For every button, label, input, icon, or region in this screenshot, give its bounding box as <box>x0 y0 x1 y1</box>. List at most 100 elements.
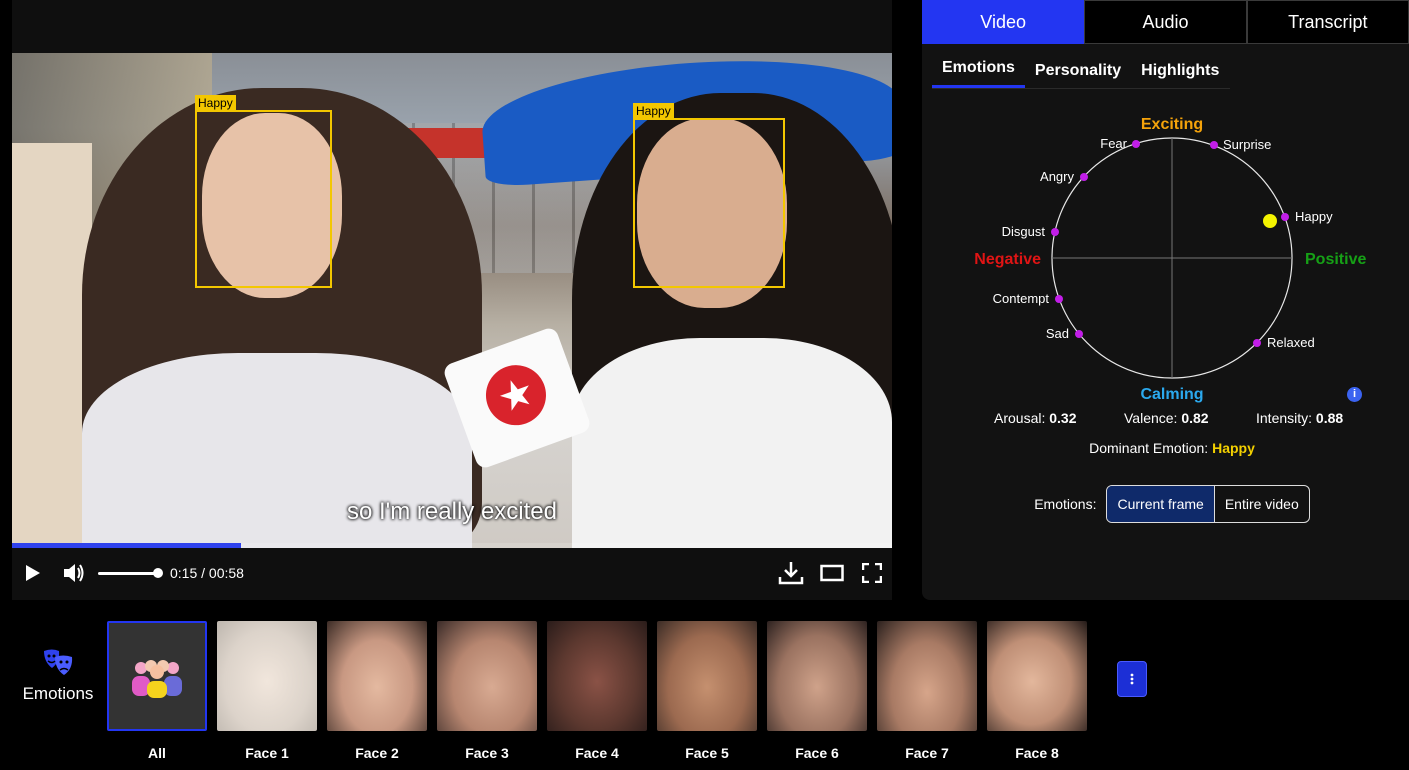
face-thumb-label: Face 4 <box>575 745 619 761</box>
emotions-section-label: Emotions <box>22 684 94 703</box>
emotion-dot-disgust <box>1051 228 1059 236</box>
volume-knob[interactable] <box>153 567 163 578</box>
emotion-dot-surprise <box>1210 141 1218 149</box>
intensity-label: Intensity: <box>1256 410 1313 426</box>
tab-transcript[interactable]: Transcript <box>1246 0 1409 44</box>
intensity-value: 0.88 <box>1315 410 1344 426</box>
face-thumb-label: Face 2 <box>355 745 399 761</box>
arousal-value: 0.32 <box>1049 410 1077 426</box>
emotion-label-fear: Fear <box>1100 136 1127 151</box>
arousal-label: Arousal: <box>994 410 1046 426</box>
emotion-label-relaxed: Relaxed <box>1267 335 1315 350</box>
emotion-label-disgust: Disgust <box>1002 224 1046 239</box>
time-display: 0:15 / 00:58 <box>170 565 244 581</box>
analysis-panel: Video Audio Transcript Emotions Personal… <box>922 0 1409 600</box>
tab-video[interactable]: Video <box>922 0 1085 44</box>
face-thumb-label: Face 7 <box>905 745 949 761</box>
face-thumb-label: Face 5 <box>685 745 729 761</box>
face-thumb-2[interactable]: Face 2 <box>327 621 427 761</box>
emotion-circumplex: Exciting Calming Negative Positive Fear … <box>974 116 1366 403</box>
tab-audio[interactable]: Audio <box>1084 0 1247 44</box>
scope-button-group: Current frame Entire video <box>1106 485 1310 523</box>
dominant-label: Dominant Emotion: <box>1089 440 1209 456</box>
emotion-label-surprise: Surprise <box>1223 137 1271 152</box>
face-box-label: Happy <box>633 103 674 119</box>
emotion-dot-contempt <box>1055 295 1063 303</box>
subtab-highlights[interactable]: Highlights <box>1131 62 1229 88</box>
more-options-button[interactable] <box>1117 661 1147 697</box>
face-box-1[interactable]: Happy <box>195 95 332 288</box>
emotion-dot-angry <box>1080 173 1088 181</box>
arousal-stat: Arousal: 0.32 <box>994 410 1077 426</box>
face-strip: Emotions All Face 1 Face 2 Face 3 Face 4… <box>0 610 1409 770</box>
valence-value: 0.82 <box>1181 410 1209 426</box>
sub-tabs: Emotions Personality Highlights <box>932 44 1230 89</box>
face-6-image <box>767 621 867 731</box>
download-icon[interactable] <box>778 560 804 586</box>
face-thumb-label: Face 6 <box>795 745 839 761</box>
emotion-label-sad: Sad <box>1046 326 1069 341</box>
face-2-image <box>327 621 427 731</box>
face-thumb-7[interactable]: Face 7 <box>877 621 977 761</box>
vertical-dots-icon <box>1130 673 1134 685</box>
face-thumb-6[interactable]: Face 6 <box>767 621 867 761</box>
face-thumb-all[interactable]: All <box>107 621 207 761</box>
theater-masks-icon <box>44 649 73 675</box>
player-controls: 0:15 / 00:58 <box>12 548 892 598</box>
volume-icon[interactable] <box>62 562 86 584</box>
current-frame-button[interactable]: Current frame <box>1107 486 1214 522</box>
face-thumb-label: Face 1 <box>245 745 289 761</box>
axis-label-top: Exciting <box>1141 116 1203 133</box>
face-7-image <box>877 621 977 731</box>
face-thumb-5[interactable]: Face 5 <box>657 621 757 761</box>
face-thumbnails: All Face 1 Face 2 Face 3 Face 4 Face 5 F… <box>107 621 1097 761</box>
dominant-value: Happy <box>1212 440 1255 456</box>
main-tabs: Video Audio Transcript <box>922 0 1409 44</box>
face-4-image <box>547 621 647 731</box>
info-icon[interactable]: i <box>1347 387 1362 402</box>
face-thumb-label: All <box>148 745 166 761</box>
play-icon[interactable] <box>22 563 42 583</box>
intensity-stat: Intensity: 0.88 <box>1256 410 1343 426</box>
group-icon <box>107 621 207 731</box>
subtab-personality[interactable]: Personality <box>1025 62 1131 88</box>
axis-label-bottom: Calming <box>1140 386 1203 403</box>
face-1-image <box>217 621 317 731</box>
face-box-2[interactable]: Happy <box>633 103 785 288</box>
axis-label-right: Positive <box>1305 251 1366 268</box>
face-thumb-3[interactable]: Face 3 <box>437 621 537 761</box>
star-logo-icon: ★ <box>477 356 555 434</box>
emotion-dot-relaxed <box>1253 339 1261 347</box>
poster <box>12 143 92 548</box>
axis-label-left: Negative <box>974 251 1041 268</box>
subtitle-text: so I'm really excited <box>347 498 557 525</box>
face-thumb-label: Face 8 <box>1015 745 1059 761</box>
emotion-dot-sad <box>1075 330 1083 338</box>
theater-mode-icon[interactable] <box>820 564 844 582</box>
dominant-emotion: Dominant Emotion: Happy <box>922 440 1409 456</box>
face-thumb-4[interactable]: Face 4 <box>547 621 647 761</box>
emotion-dot-happy <box>1281 213 1289 221</box>
face-thumb-label: Face 3 <box>465 745 509 761</box>
emotions-scope-label: Emotions: <box>1034 496 1097 512</box>
valence-stat: Valence: 0.82 <box>1124 410 1209 426</box>
entire-video-button[interactable]: Entire video <box>1213 486 1309 522</box>
emotion-label-happy: Happy <box>1295 209 1333 224</box>
face-8-image <box>987 621 1087 731</box>
video-frame[interactable]: ★ Happy Happy so I'm really excited <box>12 53 892 548</box>
face-3-image <box>437 621 537 731</box>
fullscreen-icon[interactable] <box>862 563 882 583</box>
face-5-image <box>657 621 757 731</box>
volume-slider[interactable] <box>98 567 163 578</box>
emotion-scope-toggle: Emotions: Current frame Entire video <box>922 485 1409 523</box>
subtab-emotions[interactable]: Emotions <box>932 59 1025 88</box>
face-thumb-8[interactable]: Face 8 <box>987 621 1087 761</box>
emotions-section[interactable]: Emotions <box>18 648 98 704</box>
current-emotion-marker <box>1263 214 1277 228</box>
face-box-label: Happy <box>195 95 236 111</box>
emotion-dot-fear <box>1132 140 1140 148</box>
valence-label: Valence: <box>1124 410 1178 426</box>
video-player: ★ Happy Happy so I'm really excited 0:15… <box>12 0 892 600</box>
face-thumb-1[interactable]: Face 1 <box>217 621 317 761</box>
emotion-label-angry: Angry <box>1040 169 1074 184</box>
